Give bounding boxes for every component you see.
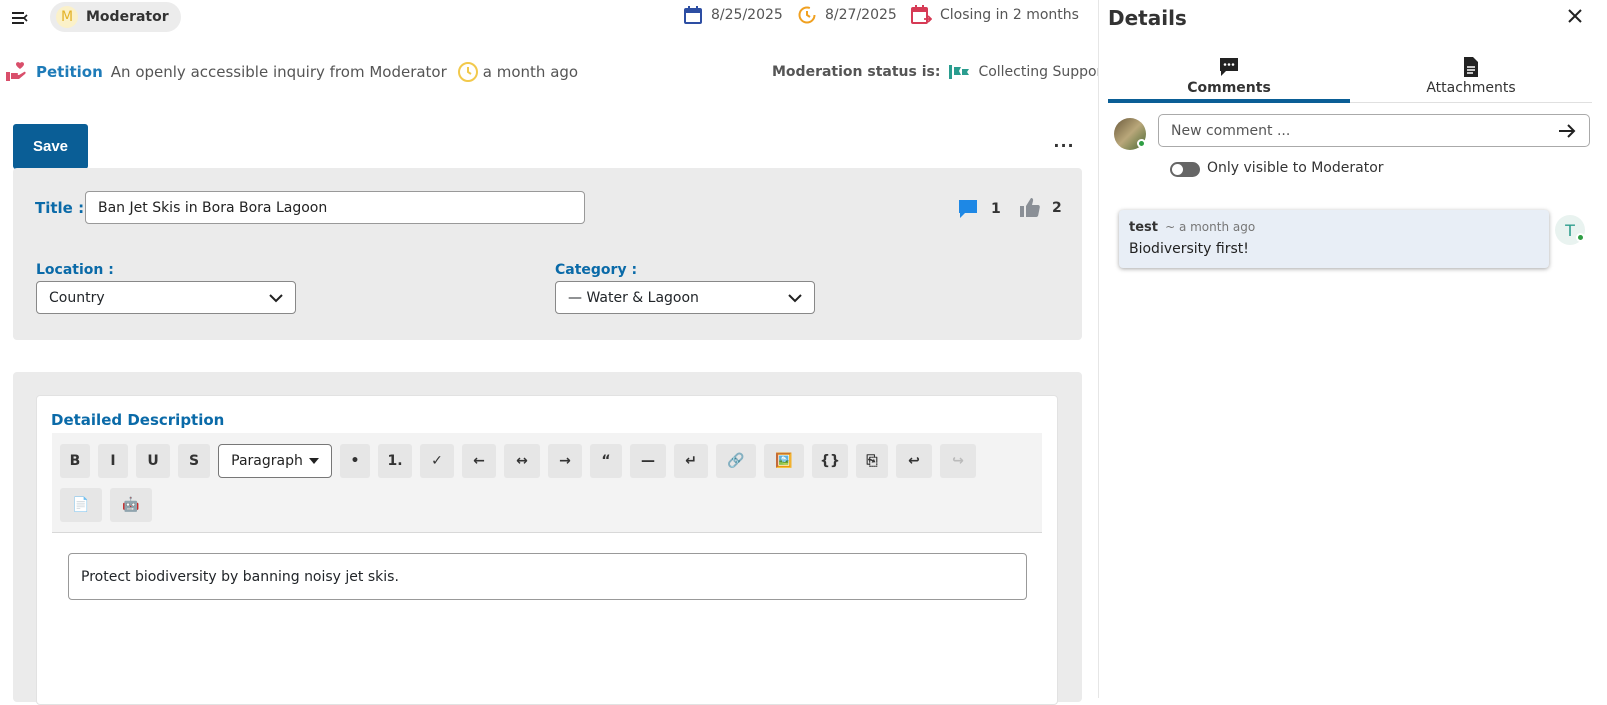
commenter-avatar: T (1555, 215, 1585, 245)
bold-button[interactable]: B (60, 444, 90, 478)
role-name: Moderator (86, 9, 169, 25)
send-arrow-icon[interactable] (1557, 123, 1577, 139)
menu-toggle-icon[interactable] (10, 8, 30, 28)
calendar-icon (684, 6, 702, 24)
category-value: — Water & Lagoon (568, 289, 699, 306)
tab-attachments-label: Attachments (1426, 80, 1516, 96)
comment-bubble-icon (959, 200, 977, 218)
description-editor[interactable]: Protect biodiversity by banning noisy je… (68, 553, 1027, 600)
moderation-value: Collecting Support (978, 64, 1108, 80)
underline-button[interactable]: U (136, 444, 170, 478)
align-left-button[interactable]: ← (462, 444, 496, 478)
chevron-down-icon (269, 293, 283, 302)
moderation-label: Moderation status is: (772, 64, 941, 80)
description-label: Detailed Description (51, 411, 225, 429)
visibility-toggle[interactable] (1170, 162, 1200, 177)
moderation-status: Moderation status is: Collecting Support (772, 60, 1108, 84)
paragraph-format-value: Paragraph (231, 453, 303, 469)
location-value: Country (49, 289, 105, 306)
tab-attachments[interactable]: Attachments (1350, 48, 1592, 104)
active-tab-indicator (1108, 99, 1350, 103)
new-comment-input[interactable]: New comment ... (1158, 114, 1590, 147)
calendar-closing-icon (911, 5, 932, 24)
italic-button[interactable]: I (98, 444, 128, 478)
clock-history-icon (798, 6, 816, 24)
align-right-button[interactable]: → (548, 444, 582, 478)
commenter-initial: T (1565, 220, 1575, 240)
end-date: 8/27/2025 (797, 3, 897, 27)
tab-comments-label: Comments (1187, 80, 1271, 96)
petition-time: a month ago (482, 63, 579, 81)
start-date-text: 8/25/2025 (711, 7, 783, 23)
online-status-icon (1576, 233, 1585, 242)
thumbs-up-icon (1020, 198, 1040, 217)
role-chip[interactable]: M Moderator (50, 2, 181, 32)
location-label: Location : (36, 262, 114, 278)
category-select[interactable]: — Water & Lagoon (555, 281, 815, 314)
code-button[interactable]: {} (812, 444, 848, 478)
closing-text: Closing in 2 months (940, 7, 1079, 23)
petition-info: Petition An openly accessible inquiry fr… (4, 58, 578, 86)
visibility-label: Only visible to Moderator (1207, 160, 1384, 176)
more-options-button[interactable]: ··· (1052, 136, 1076, 155)
location-select[interactable]: Country (36, 281, 296, 314)
bullet-list-button[interactable]: • (340, 444, 370, 478)
close-icon[interactable] (1565, 6, 1585, 26)
paragraph-format-select[interactable]: Paragraph (218, 444, 332, 478)
horizontal-rule-button[interactable]: — (630, 444, 666, 478)
clock-icon (457, 62, 478, 82)
undo-button[interactable]: ↩ (896, 444, 932, 478)
comment-time: ~ a month ago (1165, 220, 1256, 234)
chevron-down-icon (788, 293, 802, 302)
petition-hand-heart-icon (6, 62, 26, 81)
document-button[interactable]: 📄 (60, 488, 102, 522)
copy-button[interactable]: ⎘ (856, 444, 888, 478)
tab-comments[interactable]: Comments (1108, 48, 1350, 104)
line-break-button[interactable]: ↵ (674, 444, 708, 478)
online-status-icon (1137, 139, 1146, 148)
end-date-text: 8/27/2025 (825, 7, 897, 23)
title-label: Title : (35, 199, 85, 217)
ordered-list-button[interactable]: 1. (378, 444, 412, 478)
file-icon (1464, 57, 1478, 77)
flag-icon (949, 65, 970, 79)
link-button[interactable]: 🔗 (716, 444, 756, 478)
like-counter[interactable]: 2 (1018, 196, 1062, 220)
closing-info: Closing in 2 months (910, 3, 1079, 27)
comment-count-value: 1 (991, 201, 1001, 217)
petition-description: An openly accessible inquiry from Modera… (110, 63, 447, 81)
petition-type: Petition (36, 63, 103, 81)
ai-assistant-button[interactable]: 🤖 (110, 488, 152, 522)
comment-card: test ~ a month ago Biodiversity first! (1119, 210, 1549, 268)
category-label: Category : (555, 262, 638, 278)
caret-down-icon (308, 458, 319, 464)
redo-button[interactable]: ↪ (940, 444, 976, 478)
details-panel (1098, 0, 1607, 698)
comment-counter[interactable]: 1 (957, 198, 1001, 220)
image-button[interactable]: 🖼️ (764, 444, 804, 478)
editor-toolbar: B I U S Paragraph • 1. ✓ ← ↔ → “ — ↵ 🔗 🖼… (52, 433, 1042, 533)
comment-placeholder: New comment ... (1171, 122, 1291, 139)
like-count-value: 2 (1052, 200, 1062, 216)
comment-icon (1220, 58, 1238, 76)
toggle-knob (1172, 164, 1183, 175)
start-date: 8/25/2025 (683, 3, 783, 27)
comment-author: test (1129, 220, 1158, 235)
title-input[interactable] (85, 191, 585, 224)
blockquote-button[interactable]: “ (590, 444, 622, 478)
save-button[interactable]: Save (13, 124, 88, 169)
details-title: Details (1108, 6, 1187, 30)
checklist-button[interactable]: ✓ (420, 444, 454, 478)
align-center-button[interactable]: ↔ (504, 444, 540, 478)
strikethrough-button[interactable]: S (178, 444, 210, 478)
role-avatar: M (56, 6, 78, 28)
current-user-avatar (1114, 118, 1146, 150)
comment-text: Biodiversity first! (1129, 241, 1249, 257)
